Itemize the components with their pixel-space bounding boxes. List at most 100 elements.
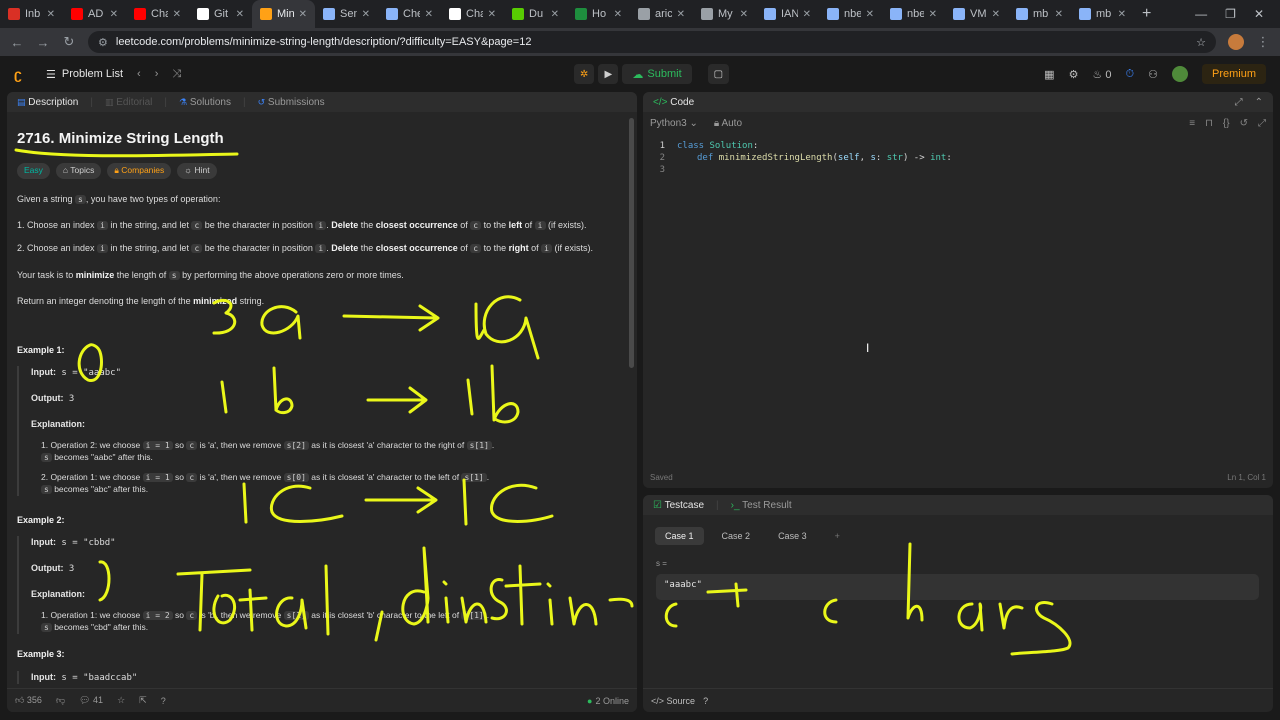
close-tab-icon[interactable]: ✕: [866, 9, 874, 20]
close-tab-icon[interactable]: ✕: [677, 9, 685, 20]
scrollbar[interactable]: [629, 118, 634, 368]
browser-tab[interactable]: nbe ✕: [882, 0, 945, 28]
next-problem-icon[interactable]: ›: [155, 68, 159, 81]
browser-tab[interactable]: Du ✕: [504, 0, 567, 28]
favorite-star-icon[interactable]: ☆: [117, 695, 125, 706]
problem-list-button[interactable]: ☰ Problem List: [46, 68, 123, 81]
like-button[interactable]: 👍︎ 356: [15, 695, 42, 706]
tab-test-result[interactable]: ›_ Test Result: [731, 500, 792, 511]
avatar[interactable]: [1171, 66, 1188, 82]
close-tab-icon[interactable]: ✕: [803, 9, 811, 20]
case-tab-2[interactable]: Case 2: [712, 527, 761, 545]
close-tab-icon[interactable]: ✕: [1118, 9, 1126, 20]
comments-button[interactable]: 💬︎ 41: [79, 695, 103, 706]
forward-icon[interactable]: →: [36, 35, 50, 50]
topics-tag[interactable]: ⌂ Topics: [55, 163, 102, 179]
braces-icon[interactable]: {}: [1223, 118, 1230, 129]
collapse-icon[interactable]: ⌃: [1255, 97, 1263, 108]
close-tab-icon[interactable]: ✕: [992, 9, 1000, 20]
leetcode-logo-icon[interactable]: ʗ: [14, 66, 28, 82]
auto-mode[interactable]: 🔒︎ Auto: [714, 118, 742, 129]
page-title[interactable]: 2716. Minimize String Length: [17, 128, 623, 149]
case-tab-1[interactable]: Case 1: [655, 527, 704, 545]
browser-tab[interactable]: Git ✕: [189, 0, 252, 28]
code-editor[interactable]: 1 2 3 class Solution: def minimizedStrin…: [643, 136, 1273, 466]
close-tab-icon[interactable]: ✕: [929, 9, 937, 20]
browser-tab[interactable]: Ho ✕: [567, 0, 630, 28]
extension-icon[interactable]: [1228, 34, 1244, 50]
format-icon[interactable]: ≡: [1189, 118, 1195, 129]
submit-button[interactable]: ☁ Submit: [622, 64, 692, 84]
browser-tab[interactable]: Cha ✕: [441, 0, 504, 28]
browser-tab[interactable]: mb ✕: [1008, 0, 1071, 28]
minimize-window-icon[interactable]: —: [1195, 7, 1207, 21]
close-tab-icon[interactable]: ✕: [362, 9, 370, 20]
tab-description[interactable]: ▤ Description: [17, 97, 78, 108]
address-bar[interactable]: ⚙ leetcode.com/problems/minimize-string-…: [88, 31, 1216, 53]
language-select[interactable]: Python3 ⌄: [650, 118, 698, 129]
case-tab-3[interactable]: Case 3: [768, 527, 817, 545]
close-tab-icon[interactable]: ✕: [236, 9, 244, 20]
browser-tab[interactable]: Sen ✕: [315, 0, 378, 28]
settings-icon[interactable]: ⚙: [1069, 68, 1079, 81]
close-tab-icon[interactable]: ✕: [47, 9, 55, 20]
help-icon[interactable]: ?: [161, 696, 166, 706]
close-tab-icon[interactable]: ✕: [740, 9, 748, 20]
browser-tab[interactable]: nbe ✕: [819, 0, 882, 28]
prev-problem-icon[interactable]: ‹: [137, 68, 141, 81]
browser-tab[interactable]: Cha ✕: [126, 0, 189, 28]
close-tab-icon[interactable]: ✕: [299, 9, 307, 20]
new-tab-button[interactable]: +: [1134, 5, 1159, 23]
timer-icon[interactable]: ⏱: [1126, 68, 1135, 81]
close-tab-icon[interactable]: ✕: [614, 9, 622, 20]
browser-menu-icon[interactable]: ⋮: [1256, 34, 1270, 50]
browser-tab[interactable]: My ✕: [693, 0, 756, 28]
tab-testcase[interactable]: ☑ Testcase: [653, 500, 704, 511]
layout-icon[interactable]: ▦: [1044, 68, 1054, 81]
browser-tab[interactable]: IAN ✕: [756, 0, 819, 28]
close-tab-icon[interactable]: ✕: [110, 9, 118, 20]
tab-solutions[interactable]: ⚗ Solutions: [179, 97, 231, 108]
reload-icon[interactable]: ↻: [62, 34, 76, 50]
close-tab-icon[interactable]: ✕: [1055, 9, 1063, 20]
tab-editorial[interactable]: ▥ Editorial: [105, 97, 152, 108]
tab-code[interactable]: </> Code: [653, 97, 694, 108]
browser-tab[interactable]: mb ✕: [1071, 0, 1134, 28]
maximize-icon[interactable]: ⤢: [1235, 97, 1243, 108]
testcase-input[interactable]: "aaabc": [656, 574, 1259, 600]
restore-window-icon[interactable]: ❐: [1225, 7, 1236, 21]
source-button[interactable]: </> Source: [651, 696, 695, 706]
streak-counter[interactable]: ♨ 0: [1092, 68, 1111, 81]
companies-tag[interactable]: 🔒︎ Companies: [107, 163, 172, 179]
close-tab-icon[interactable]: ✕: [488, 9, 496, 20]
close-tab-icon[interactable]: ✕: [173, 9, 181, 20]
browser-tab[interactable]: Che ✕: [378, 0, 441, 28]
help-icon[interactable]: ?: [703, 696, 708, 706]
run-button[interactable]: ▶: [598, 64, 619, 84]
close-tab-icon[interactable]: ✕: [551, 9, 559, 20]
add-friend-icon[interactable]: ⚇: [1148, 68, 1158, 81]
tab-submissions[interactable]: ↺ Submissions: [258, 97, 325, 108]
debug-button[interactable]: ✲: [574, 64, 595, 84]
browser-tab[interactable]: Min ✕: [252, 0, 315, 28]
back-icon[interactable]: ←: [10, 35, 24, 50]
share-icon[interactable]: ⇱: [139, 695, 147, 706]
hint-tag[interactable]: ☼ Hint: [177, 163, 217, 179]
browser-tab[interactable]: Inb ✕: [0, 0, 63, 28]
notes-button[interactable]: ▢: [707, 64, 730, 84]
close-tab-icon[interactable]: ✕: [425, 9, 433, 20]
random-problem-icon[interactable]: ⤨: [172, 68, 181, 81]
browser-tab[interactable]: aric ✕: [630, 0, 693, 28]
bookmark-star-icon[interactable]: ☆: [1196, 36, 1206, 49]
dislike-button[interactable]: 👎︎: [56, 695, 65, 706]
premium-button[interactable]: Premium: [1201, 64, 1266, 84]
add-case-button[interactable]: +: [825, 527, 850, 545]
reset-icon[interactable]: ↺: [1240, 118, 1248, 129]
leetcode-header: ʗ ☰ Problem List ‹ › ⤨ ✲ ▶ ☁ Submit ▢ ▦ …: [0, 56, 1280, 92]
browser-tab[interactable]: VM ✕: [945, 0, 1008, 28]
site-info-icon[interactable]: ⚙: [98, 36, 108, 49]
browser-tab[interactable]: AD ✕: [63, 0, 126, 28]
fullscreen-icon[interactable]: ⤢: [1258, 118, 1266, 129]
bookmark-icon[interactable]: ⊓: [1205, 118, 1213, 129]
close-window-icon[interactable]: ✕: [1254, 7, 1264, 21]
